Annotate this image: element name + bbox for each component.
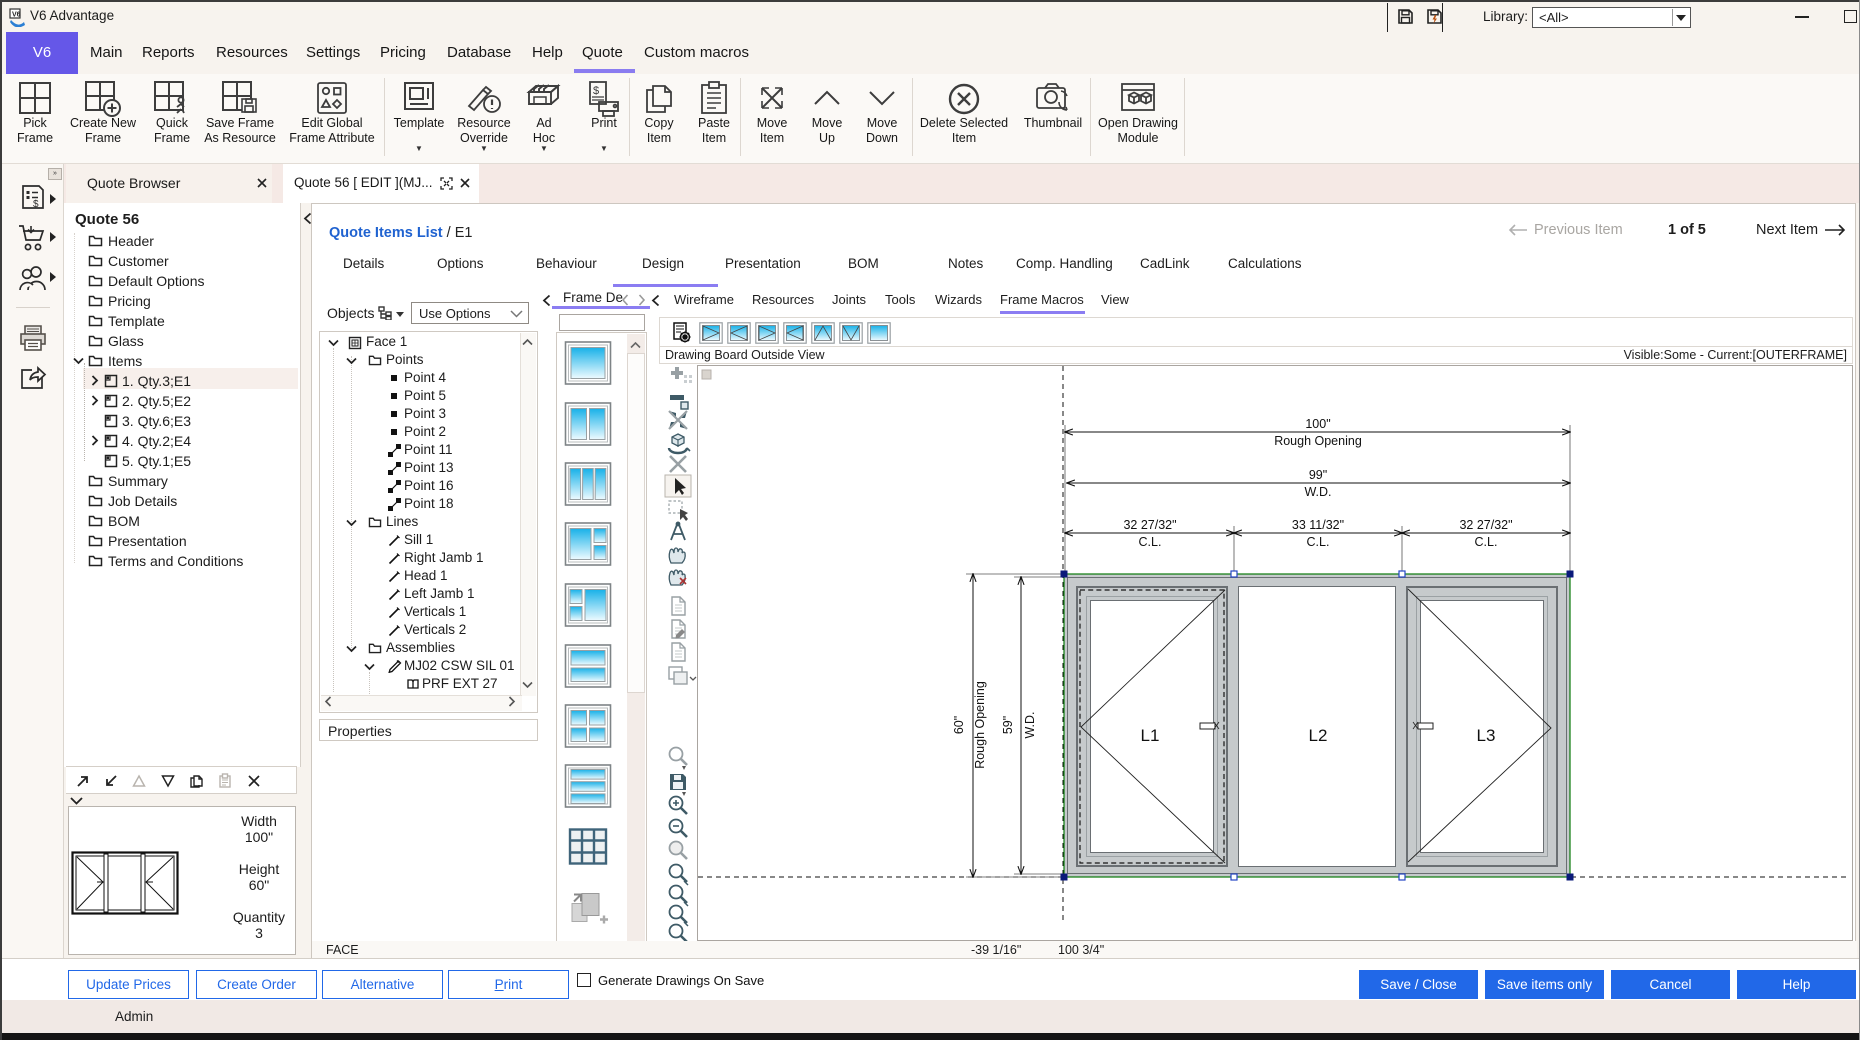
svg-text:W.D.: W.D. xyxy=(1304,485,1331,499)
svg-text:C.L.: C.L. xyxy=(1475,535,1498,549)
svg-text:32 27/32": 32 27/32" xyxy=(1123,518,1176,532)
svg-text:W.D.: W.D. xyxy=(1023,711,1037,738)
svg-text:L2: L2 xyxy=(1309,726,1328,745)
svg-text:Rough Opening: Rough Opening xyxy=(1274,434,1362,448)
svg-text:59": 59" xyxy=(1001,716,1015,734)
svg-text:$: $ xyxy=(33,199,39,210)
svg-text:V6: V6 xyxy=(12,12,21,19)
svg-text:60": 60" xyxy=(952,716,966,734)
svg-text:100": 100" xyxy=(1305,417,1330,431)
svg-text:L1: L1 xyxy=(1141,726,1160,745)
svg-text:32 27/32": 32 27/32" xyxy=(1459,518,1512,532)
svg-text:C.L.: C.L. xyxy=(1307,535,1330,549)
svg-text:C.L.: C.L. xyxy=(1139,535,1162,549)
svg-text:33 11/32": 33 11/32" xyxy=(1292,518,1344,532)
svg-text:$: $ xyxy=(593,85,599,97)
svg-text:L3: L3 xyxy=(1477,726,1496,745)
svg-text:Rough Opening: Rough Opening xyxy=(973,681,987,769)
svg-text:99": 99" xyxy=(1309,468,1327,482)
